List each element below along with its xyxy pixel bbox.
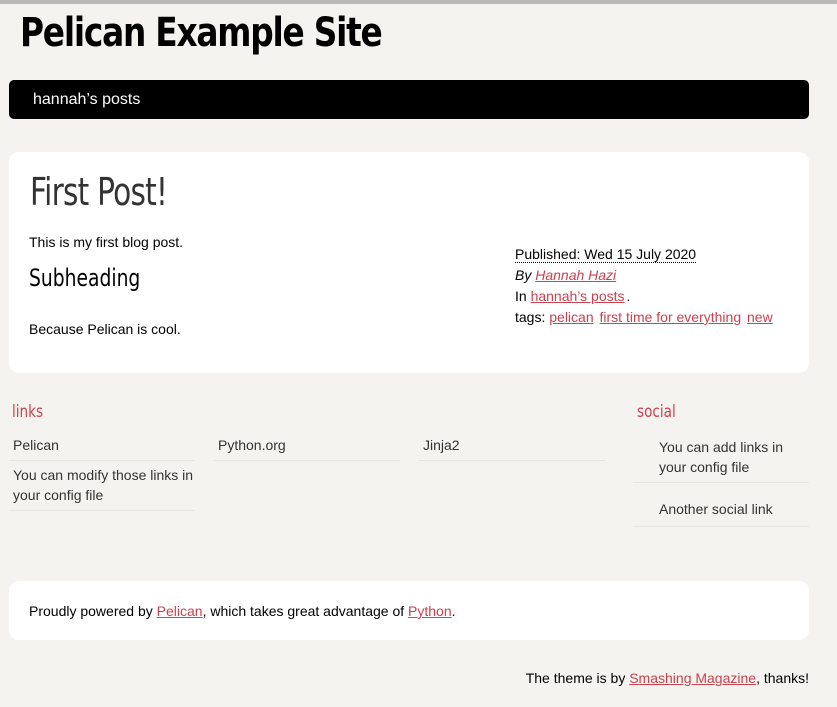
published-date: Published: Wed 15 July 2020 [515,246,697,263]
blogroll-link-pelican[interactable]: Pelican [9,435,195,461]
blogroll-link-config[interactable]: You can modify those links in your confi… [9,463,195,511]
pelican-link[interactable]: Pelican [157,603,203,619]
tags-label: tags: [515,309,546,325]
tag-link-new[interactable]: new [747,309,773,325]
post-title[interactable]: First Post! [30,170,168,214]
footer-card: Proudly powered by Pelican, which takes … [9,581,809,640]
menu-item-hannahs-posts[interactable]: hannah’s posts [33,91,140,109]
smashing-magazine-link[interactable]: Smashing Magazine [629,670,756,686]
author-link[interactable]: Hannah Hazi [535,267,616,283]
social-title: social [637,402,676,422]
main-menu: hannah’s posts [9,80,809,119]
blogroll-title: links [12,402,44,422]
social-link-another[interactable]: Another social link [633,499,809,527]
tag-link-first-time[interactable]: first time for everything [600,309,742,325]
in-label: In [515,288,527,304]
python-link[interactable]: Python [408,603,452,619]
site-title[interactable]: Pelican Example Site [20,10,383,56]
tag-link-pelican[interactable]: pelican [549,309,593,325]
theme-credit: The theme is by Smashing Magazine, thank… [525,670,809,686]
post-paragraph: This is my first blog post. [29,234,184,250]
social-link-config[interactable]: You can add links in your config file [633,435,809,483]
blogroll-link-jinja2[interactable]: Jinja2 [419,435,605,461]
post-paragraph: Because Pelican is cool. [29,321,181,337]
category-link[interactable]: hannah’s posts [531,288,625,304]
category-suffix: . [626,288,631,304]
powered-by-text: Proudly powered by Pelican, which takes … [29,603,456,619]
post-card: First Post! This is my first blog post. … [9,152,809,373]
post-subheading: Subheading [29,264,141,292]
blogroll-link-python[interactable]: Python.org [214,435,400,461]
post-meta: Published: Wed 15 July 2020 By Hannah Ha… [515,244,775,328]
by-label: By [515,267,532,283]
